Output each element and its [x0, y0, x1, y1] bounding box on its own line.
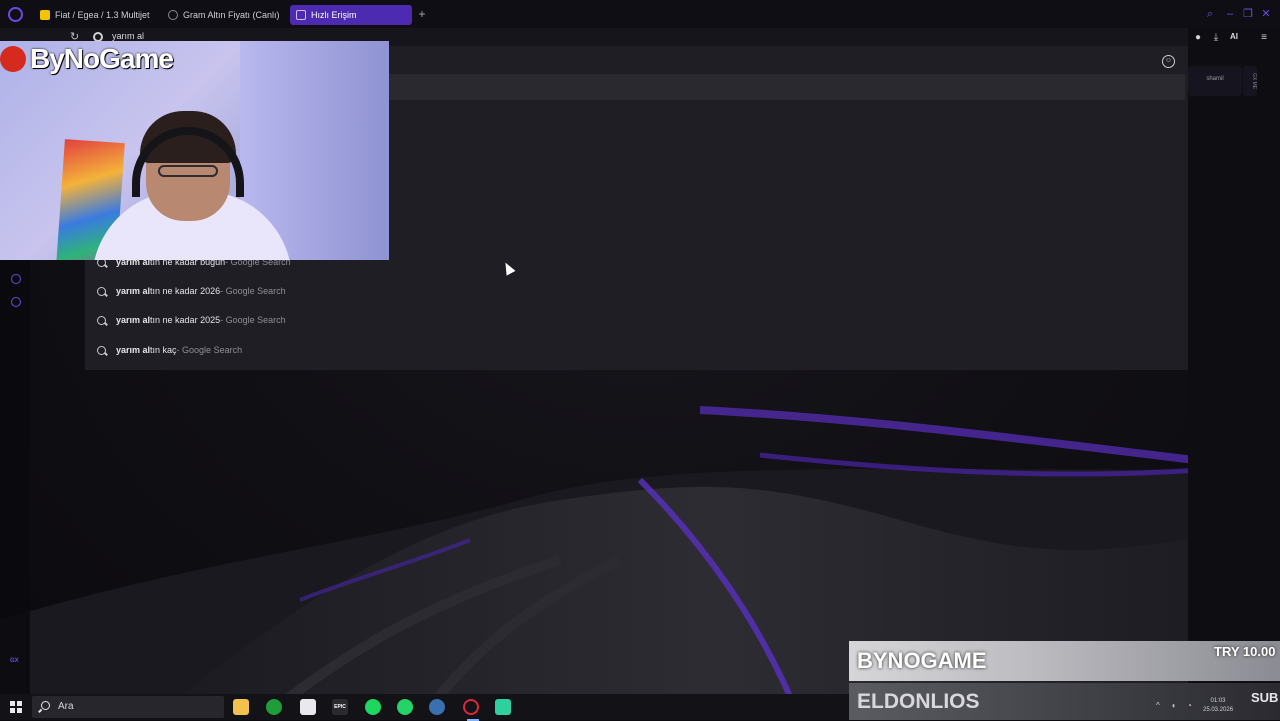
settings-icon[interactable] [11, 297, 21, 307]
donation-amount: TRY 10.00 [1214, 644, 1276, 659]
subscriber-name: ELDONLIOS [857, 690, 980, 713]
new-tab-button[interactable]: + [416, 8, 428, 20]
whatsapp-icon[interactable] [397, 699, 413, 715]
tab-bar: Fiat / Egea / 1.3 Multijet / U Gram Altı… [0, 0, 1280, 28]
tab-fiat[interactable]: Fiat / Egea / 1.3 Multijet / U [34, 5, 152, 25]
clock-time: 01:03 [1210, 698, 1226, 704]
tab-label: Gram Altın Fiyatı (Canlı) - [183, 10, 280, 20]
windows-start-icon[interactable] [10, 701, 22, 713]
aria-ai-button[interactable]: AI [1230, 32, 1238, 41]
suggestion-item[interactable]: yarım altın kaç - Google Search [97, 342, 242, 358]
search-icon [41, 701, 50, 710]
bynogame-logo: ByNoGame [0, 43, 174, 75]
spotify-icon[interactable] [365, 699, 381, 715]
steam-icon[interactable] [429, 699, 445, 715]
opera-gx-logo-icon[interactable] [8, 7, 23, 22]
logo-text: ByNoGame [30, 43, 174, 74]
tab-label: Fiat / Egea / 1.3 Multijet / U [55, 10, 152, 20]
sub-badge: SUB [1251, 690, 1279, 705]
bynogame-logo-icon [0, 46, 26, 72]
acrobat-icon[interactable] [300, 699, 316, 715]
search-icon [97, 315, 106, 325]
minimize-icon[interactable]: – [1224, 8, 1236, 20]
epic-games-icon[interactable]: EPIC [332, 699, 348, 715]
xbox-icon[interactable] [266, 699, 282, 715]
search-placeholder: Ara [58, 701, 74, 712]
search-icon [97, 286, 106, 296]
maximize-icon[interactable]: ❐ [1242, 8, 1254, 20]
emoji-icon[interactable]: ☺ [1162, 55, 1175, 68]
glasses [158, 165, 218, 177]
network-icon[interactable]: ◔ [1187, 701, 1192, 710]
system-clock[interactable]: 01:03 25.03.2026 [1203, 697, 1233, 715]
speaker-icon[interactable]: ◖ [1171, 701, 1176, 710]
tab-label: Hızlı Erişim [311, 10, 357, 20]
chat-app-icon[interactable] [495, 699, 511, 715]
right-sidebar [1188, 28, 1280, 720]
file-explorer-icon[interactable] [233, 699, 249, 715]
speed-dial-icon [296, 10, 306, 20]
search-tabs-icon[interactable]: ⌕ [1204, 8, 1216, 20]
loading-spinner-icon [168, 10, 178, 20]
suggestion-item[interactable]: yarım altın ne kadar 2026 - Google Searc… [97, 283, 286, 299]
search-icon [97, 345, 106, 355]
taskbar-search[interactable]: Ara [32, 696, 224, 718]
donor-name: BYNOGAME [857, 648, 987, 673]
epic-label: EPIC [334, 704, 346, 710]
tab-gram-altin[interactable]: Gram Altın Fiyatı (Canlı) - [162, 5, 280, 25]
favicon-icon [40, 10, 50, 20]
tab-hizli-erisim[interactable]: Hızlı Erişim [290, 5, 412, 25]
clock-date: 25.03.2026 [1203, 707, 1234, 713]
suggestion-item[interactable]: yarım altın ne kadar 2025 - Google Searc… [97, 312, 286, 328]
gx-corner-label: GX [10, 658, 19, 664]
sidebar-icon-1[interactable] [11, 274, 21, 284]
menu-icon[interactable]: ≡ [1258, 32, 1270, 44]
sidebar-panel[interactable]: shamil [1188, 66, 1242, 96]
tray-chevron-icon[interactable]: ^ [1156, 701, 1160, 710]
download-icon[interactable]: ⤓ [1210, 32, 1222, 44]
profile-icon[interactable]: ● [1192, 32, 1204, 44]
opera-gx-taskbar-icon[interactable] [463, 699, 479, 721]
gx-side-tab[interactable]: GX ME [1243, 66, 1257, 96]
close-icon[interactable]: ✕ [1260, 8, 1272, 20]
